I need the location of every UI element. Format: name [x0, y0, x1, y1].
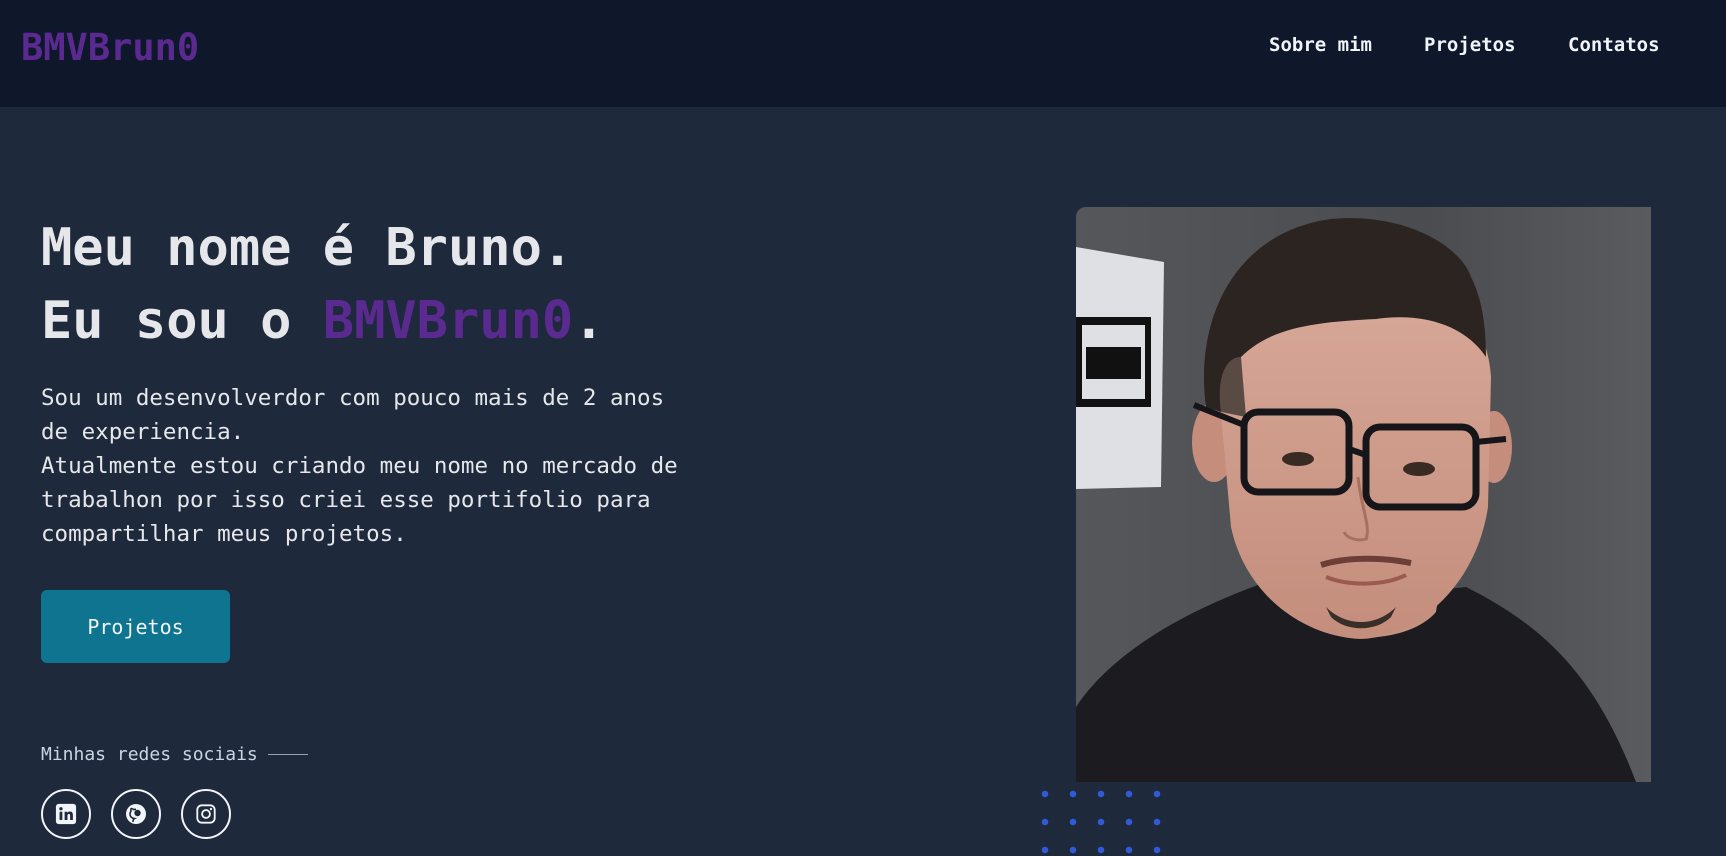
- nav-link-sobre-mim[interactable]: Sobre mim: [1269, 34, 1372, 56]
- social-section-label: Minhas redes sociais: [41, 744, 308, 765]
- bio-paragraph-2: Atualmente estou criando meu nome no mer…: [41, 453, 678, 547]
- social-label-divider: [267, 754, 308, 755]
- instagram-link[interactable]: [181, 789, 231, 839]
- github-link[interactable]: [111, 789, 161, 839]
- top-header: BMVBrun0 Sobre mim Projetos Contatos: [0, 0, 1726, 107]
- bio-paragraph-1: Sou um desenvolverdor com pouco mais de …: [41, 385, 665, 445]
- linkedin-icon: [55, 803, 77, 825]
- headline-suffix: .: [573, 291, 605, 351]
- site-logo[interactable]: BMVBrun0: [21, 26, 199, 69]
- profile-photo: [1076, 207, 1651, 782]
- bio-text: Sou um desenvolverdor com pouco mais de …: [41, 381, 701, 551]
- github-icon: [126, 804, 146, 824]
- instagram-icon: [196, 804, 216, 824]
- headline-line-2: Eu sou o BMVBrun0.: [41, 285, 605, 358]
- headline-line-1: Meu nome é Bruno.: [41, 218, 574, 278]
- decorative-dot-grid: [1031, 780, 1171, 856]
- nav-link-projetos[interactable]: Projetos: [1424, 34, 1516, 56]
- headline-prefix: Eu sou o: [41, 291, 323, 351]
- social-label-text: Minhas redes sociais: [41, 744, 258, 765]
- headline-name: BMVBrun0: [322, 291, 574, 351]
- profile-photo-illustration: [1076, 207, 1651, 782]
- nav-link-contatos[interactable]: Contatos: [1568, 34, 1660, 56]
- projetos-button[interactable]: Projetos: [41, 590, 230, 663]
- hero-headline: Meu nome é Bruno. Eu sou o BMVBrun0.: [41, 212, 605, 358]
- linkedin-link[interactable]: [41, 789, 91, 839]
